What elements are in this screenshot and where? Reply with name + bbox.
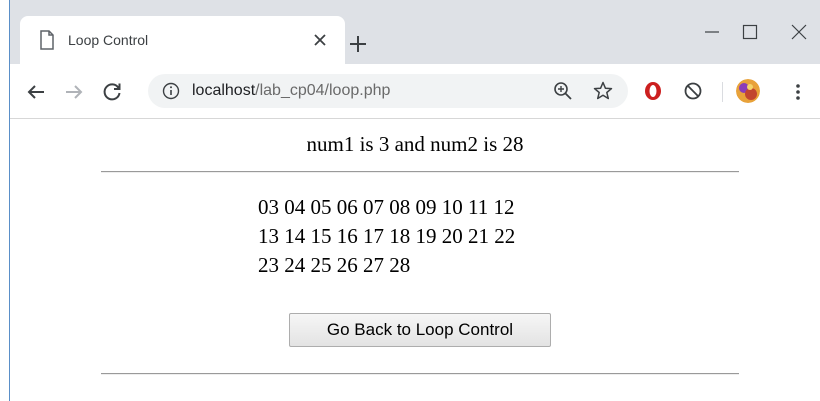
avatar[interactable] [736,79,760,103]
window-close-icon[interactable] [787,20,811,44]
close-icon[interactable] [308,28,332,52]
avatar-image [736,79,760,103]
browser-window: Loop Control localhost/lab_cp04/loop.php… [10,0,820,401]
arrow-left-icon[interactable] [24,80,48,104]
number-line: 13 14 15 16 17 18 19 20 21 22 [258,224,516,248]
minimize-icon[interactable] [700,20,724,44]
url-path: /lab_cp04/loop.php [255,82,391,99]
toolbar-divider [722,82,723,102]
tab-loop-control[interactable]: Loop Control [20,16,345,64]
reload-icon[interactable] [100,80,124,104]
tab-title: Loop Control [68,32,149,48]
horizontal-rule-bottom [101,373,739,375]
star-icon[interactable] [592,80,614,102]
number-list: 03 04 05 06 07 08 09 10 11 12 13 14 15 1… [258,193,515,280]
page-content: num1 is 3 and num2 is 28 03 04 05 06 07 … [10,119,820,401]
url-text[interactable]: localhost/lab_cp04/loop.php [192,81,390,101]
more-vert-icon[interactable] [792,80,804,104]
opera-icon[interactable] [642,80,664,102]
block-icon[interactable] [682,80,704,102]
go-back-button[interactable]: Go Back to Loop Control [289,313,551,347]
page-heading: num1 is 3 and num2 is 28 [306,132,524,156]
url-host: localhost [192,82,256,99]
number-line: 23 24 25 26 27 28 [258,253,411,277]
page-icon [40,30,54,50]
toolbar: localhost/lab_cp04/loop.php [10,64,820,119]
horizontal-rule-top [101,171,739,173]
arrow-right-icon[interactable] [62,80,86,104]
number-line: 03 04 05 06 07 08 09 10 11 12 [258,195,515,219]
address-bar[interactable]: localhost/lab_cp04/loop.php [148,74,628,108]
maximize-icon[interactable] [738,20,762,44]
info-icon[interactable] [162,82,180,100]
zoom-icon[interactable] [552,80,574,102]
plus-icon[interactable] [346,32,370,56]
tab-strip: Loop Control [10,0,820,64]
